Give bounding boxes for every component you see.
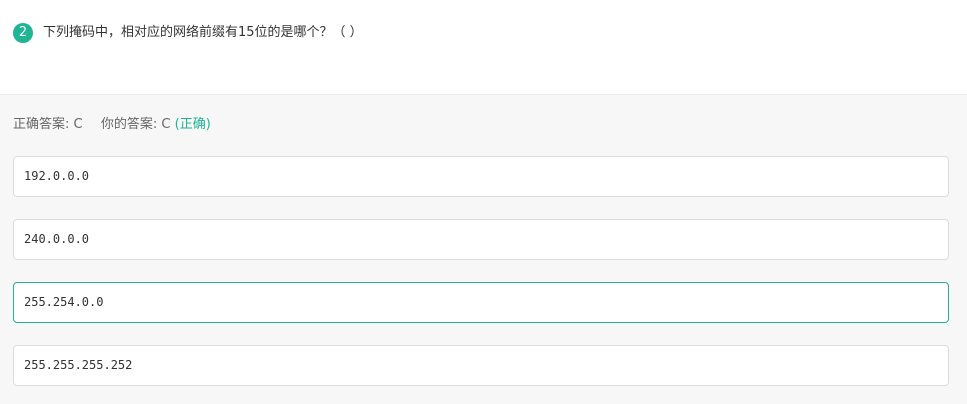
option-c-selected[interactable]: 255.254.0.0 [13, 282, 949, 323]
your-answer-label: 你的答案: [100, 117, 158, 132]
option-b[interactable]: 240.0.0.0 [13, 219, 949, 260]
question-header: 2 下列掩码中，相对应的网络前缀有15位的是哪个？（ ） [0, 0, 967, 95]
option-d[interactable]: 255.255.255.252 [13, 345, 949, 386]
your-answer-value: C [161, 117, 171, 132]
answer-panel: 正确答案: C 你的答案: C (正确) 192.0.0.0 240.0.0.0… [0, 95, 967, 404]
option-a[interactable]: 192.0.0.0 [13, 156, 949, 197]
answer-result: 正确答案: C 你的答案: C (正确) [13, 116, 211, 134]
correct-answer-value: C [73, 117, 83, 132]
question-number-badge: 2 [13, 23, 33, 43]
question-text: 下列掩码中，相对应的网络前缀有15位的是哪个？（ ） [43, 25, 363, 40]
correct-answer-label: 正确答案: [13, 117, 70, 132]
answer-status: (正确) [174, 117, 211, 132]
